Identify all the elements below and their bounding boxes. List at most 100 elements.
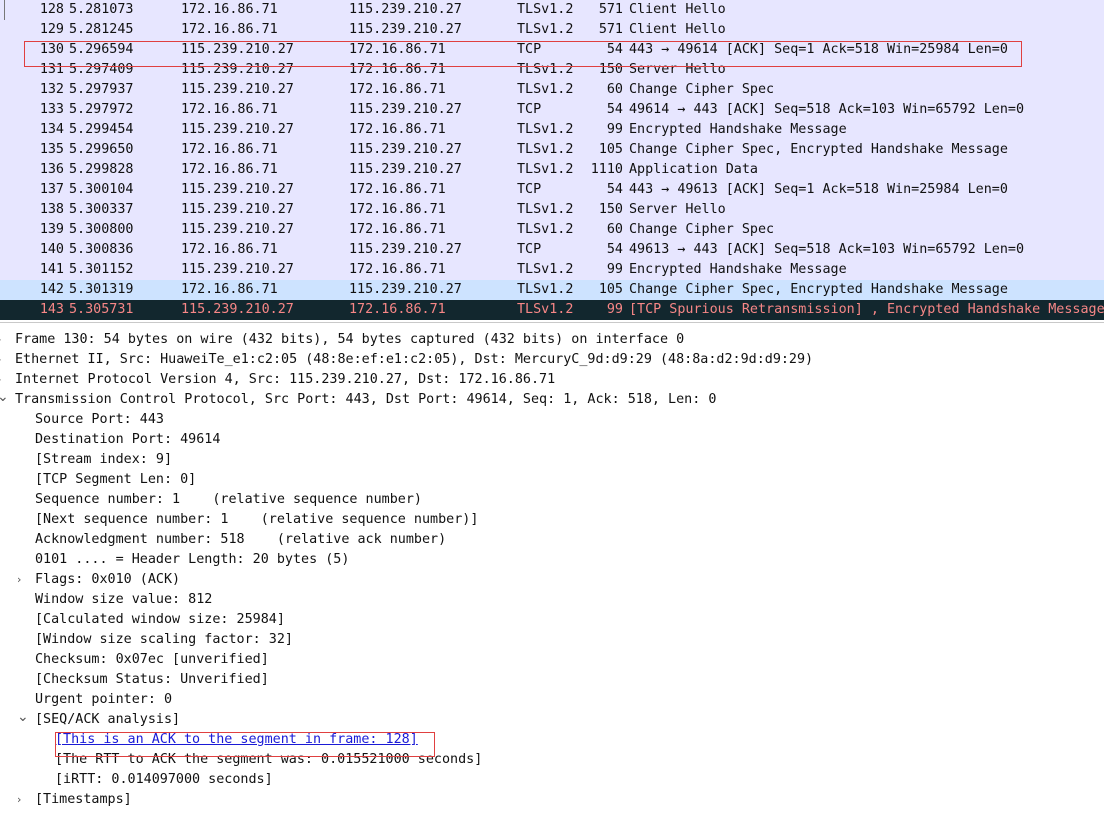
chevron-down-icon[interactable]: ⌄ bbox=[17, 710, 29, 730]
detail-item[interactable]: [SEQ/ACK analysis] bbox=[35, 710, 180, 730]
packet-time: 5.299454 bbox=[69, 122, 134, 137]
packet-time: 5.300104 bbox=[69, 182, 134, 197]
packet-length: 54 bbox=[606, 102, 623, 117]
chevron-right-icon[interactable]: › bbox=[0, 350, 1, 370]
packet-length: 99 bbox=[606, 302, 623, 317]
packet-number: 129 bbox=[39, 22, 64, 37]
packet-time: 5.297972 bbox=[69, 102, 134, 117]
packet-row[interactable]: 137 5.300104 115.239.210.27 172.16.86.71 TCP… bbox=[0, 180, 1104, 200]
packet-info: Server Hello bbox=[629, 202, 726, 217]
packet-source: 115.239.210.27 bbox=[181, 122, 294, 137]
packet-protocol: TCP bbox=[517, 182, 542, 197]
packet-length: 99 bbox=[606, 122, 623, 137]
detail-item[interactable]: [Stream index: 9] bbox=[35, 450, 172, 470]
detail-item[interactable]: [Checksum Status: Unverified] bbox=[35, 670, 269, 690]
packet-protocol: TLSv1.2 bbox=[517, 202, 574, 217]
detail-item[interactable]: [Calculated window size: 25984] bbox=[35, 610, 285, 630]
packet-source: 115.239.210.27 bbox=[181, 302, 294, 317]
packet-protocol: TLSv1.2 bbox=[517, 2, 574, 17]
packet-number: 142 bbox=[39, 282, 64, 297]
pane-splitter[interactable] bbox=[0, 322, 1104, 329]
chevron-down-icon[interactable]: ⌄ bbox=[0, 390, 9, 410]
packet-number: 137 bbox=[39, 182, 64, 197]
detail-item[interactable]: [iRTT: 0.014097000 seconds] bbox=[55, 770, 273, 790]
detail-item[interactable]: 0101 .... = Header Length: 20 bytes (5) bbox=[35, 550, 349, 570]
packet-info: Change Cipher Spec, Encrypted Handshake … bbox=[629, 282, 1008, 297]
packet-row[interactable]: 132 5.297937 115.239.210.27 172.16.86.71 TLS… bbox=[0, 80, 1104, 100]
packet-info: Client Hello bbox=[629, 2, 726, 17]
packet-source: 172.16.86.71 bbox=[181, 22, 278, 37]
detail-item[interactable]: Internet Protocol Version 4, Src: 115.23… bbox=[15, 370, 555, 390]
packet-length: 150 bbox=[598, 202, 623, 217]
packet-number: 143 bbox=[39, 302, 64, 317]
detail-item[interactable]: Source Port: 443 bbox=[35, 410, 164, 430]
packet-destination: 115.239.210.27 bbox=[349, 102, 462, 117]
packet-length: 571 bbox=[598, 22, 623, 37]
packet-source: 172.16.86.71 bbox=[181, 242, 278, 257]
packet-destination: 172.16.86.71 bbox=[349, 302, 446, 317]
packet-row[interactable]: 129 5.281245 172.16.86.71 115.239.210.27 TLS… bbox=[0, 20, 1104, 40]
packet-protocol: TLSv1.2 bbox=[517, 82, 574, 97]
packet-info: 49614 → 443 [ACK] Seq=518 Ack=103 Win=65… bbox=[629, 102, 1025, 117]
detail-item[interactable]: Frame 130: 54 bytes on wire (432 bits), … bbox=[15, 330, 684, 350]
packet-time: 5.301319 bbox=[69, 282, 134, 297]
detail-item[interactable]: Acknowledgment number: 518 (relative ack… bbox=[35, 530, 446, 550]
packet-source: 115.239.210.27 bbox=[181, 202, 294, 217]
packet-source: 172.16.86.71 bbox=[181, 102, 278, 117]
detail-item[interactable]: Window size value: 812 bbox=[35, 590, 212, 610]
packet-time: 5.300836 bbox=[69, 242, 134, 257]
packet-row[interactable]: 139 5.300800 115.239.210.27 172.16.86.71 TLS… bbox=[0, 220, 1104, 240]
packet-number: 136 bbox=[39, 162, 64, 177]
packet-time: 5.281073 bbox=[69, 2, 134, 17]
packet-destination: 172.16.86.71 bbox=[349, 202, 446, 217]
detail-item[interactable]: Sequence number: 1 (relative sequence nu… bbox=[35, 490, 422, 510]
packet-protocol: TLSv1.2 bbox=[517, 142, 574, 157]
packet-row[interactable]: 136 5.299828 172.16.86.71 115.239.210.27 TLS… bbox=[0, 160, 1104, 180]
packet-time: 5.299650 bbox=[69, 142, 134, 157]
packet-number: 135 bbox=[39, 142, 64, 157]
packet-row[interactable]: 143 5.305731 115.239.210.27 172.16.86.71 TLS… bbox=[0, 300, 1104, 320]
chevron-right-icon[interactable]: › bbox=[0, 330, 1, 350]
detail-item[interactable]: [Timestamps] bbox=[35, 790, 132, 810]
packet-row[interactable]: 141 5.301152 115.239.210.27 172.16.86.71 TLS… bbox=[0, 260, 1104, 280]
packet-destination: 172.16.86.71 bbox=[349, 222, 446, 237]
packet-row[interactable]: 140 5.300836 172.16.86.71 115.239.210.27 TCP… bbox=[0, 240, 1104, 260]
packet-number: 139 bbox=[39, 222, 64, 237]
detail-item[interactable]: Checksum: 0x07ec [unverified] bbox=[35, 650, 269, 670]
packet-number: 128 bbox=[39, 2, 64, 17]
packet-destination: 115.239.210.27 bbox=[349, 2, 462, 17]
detail-item[interactable]: Urgent pointer: 0 bbox=[35, 690, 172, 710]
packet-row[interactable]: 134 5.299454 115.239.210.27 172.16.86.71 TLS… bbox=[0, 120, 1104, 140]
packet-row[interactable]: 142 5.301319 172.16.86.71 115.239.210.27 TLS… bbox=[0, 280, 1104, 300]
chevron-right-icon[interactable]: › bbox=[17, 790, 21, 810]
detail-item[interactable]: Destination Port: 49614 bbox=[35, 430, 220, 450]
chevron-right-icon[interactable]: › bbox=[0, 370, 1, 390]
detail-item[interactable]: [Next sequence number: 1 (relative seque… bbox=[35, 510, 478, 530]
packet-length: 105 bbox=[598, 142, 623, 157]
packet-protocol: TLSv1.2 bbox=[517, 262, 574, 277]
packet-row[interactable]: 133 5.297972 172.16.86.71 115.239.210.27 TCP… bbox=[0, 100, 1104, 120]
detail-item[interactable]: Transmission Control Protocol, Src Port:… bbox=[15, 390, 716, 410]
packet-length: 99 bbox=[606, 262, 623, 277]
highlight-box-ack-link bbox=[55, 732, 435, 757]
chevron-right-icon[interactable]: › bbox=[17, 570, 21, 590]
packet-time: 5.300337 bbox=[69, 202, 134, 217]
detail-item[interactable]: Flags: 0x010 (ACK) bbox=[35, 570, 180, 590]
packet-row[interactable]: 138 5.300337 115.239.210.27 172.16.86.71 TLS… bbox=[0, 200, 1104, 220]
packet-length: 571 bbox=[598, 2, 623, 17]
detail-item[interactable]: Ethernet II, Src: HuaweiTe_e1:c2:05 (48:… bbox=[15, 350, 813, 370]
packet-number: 133 bbox=[39, 102, 64, 117]
packet-row[interactable]: 135 5.299650 172.16.86.71 115.239.210.27 TLS… bbox=[0, 140, 1104, 160]
packet-destination: 115.239.210.27 bbox=[349, 242, 462, 257]
packet-info: 443 → 49613 [ACK] Seq=1 Ack=518 Win=2598… bbox=[629, 182, 1008, 197]
packet-row[interactable]: 128 5.281073 172.16.86.71 115.239.210.27 TLS… bbox=[0, 0, 1104, 20]
packet-destination: 115.239.210.27 bbox=[349, 142, 462, 157]
packet-info: [TCP Spurious Retransmission] , Encrypte… bbox=[629, 302, 1104, 317]
detail-item[interactable]: [Window size scaling factor: 32] bbox=[35, 630, 293, 650]
packet-destination: 172.16.86.71 bbox=[349, 82, 446, 97]
packet-number: 140 bbox=[39, 242, 64, 257]
packet-source: 172.16.86.71 bbox=[181, 2, 278, 17]
packet-length: 1110 bbox=[590, 162, 623, 177]
detail-item[interactable]: [TCP Segment Len: 0] bbox=[35, 470, 196, 490]
packet-protocol: TLSv1.2 bbox=[517, 122, 574, 137]
